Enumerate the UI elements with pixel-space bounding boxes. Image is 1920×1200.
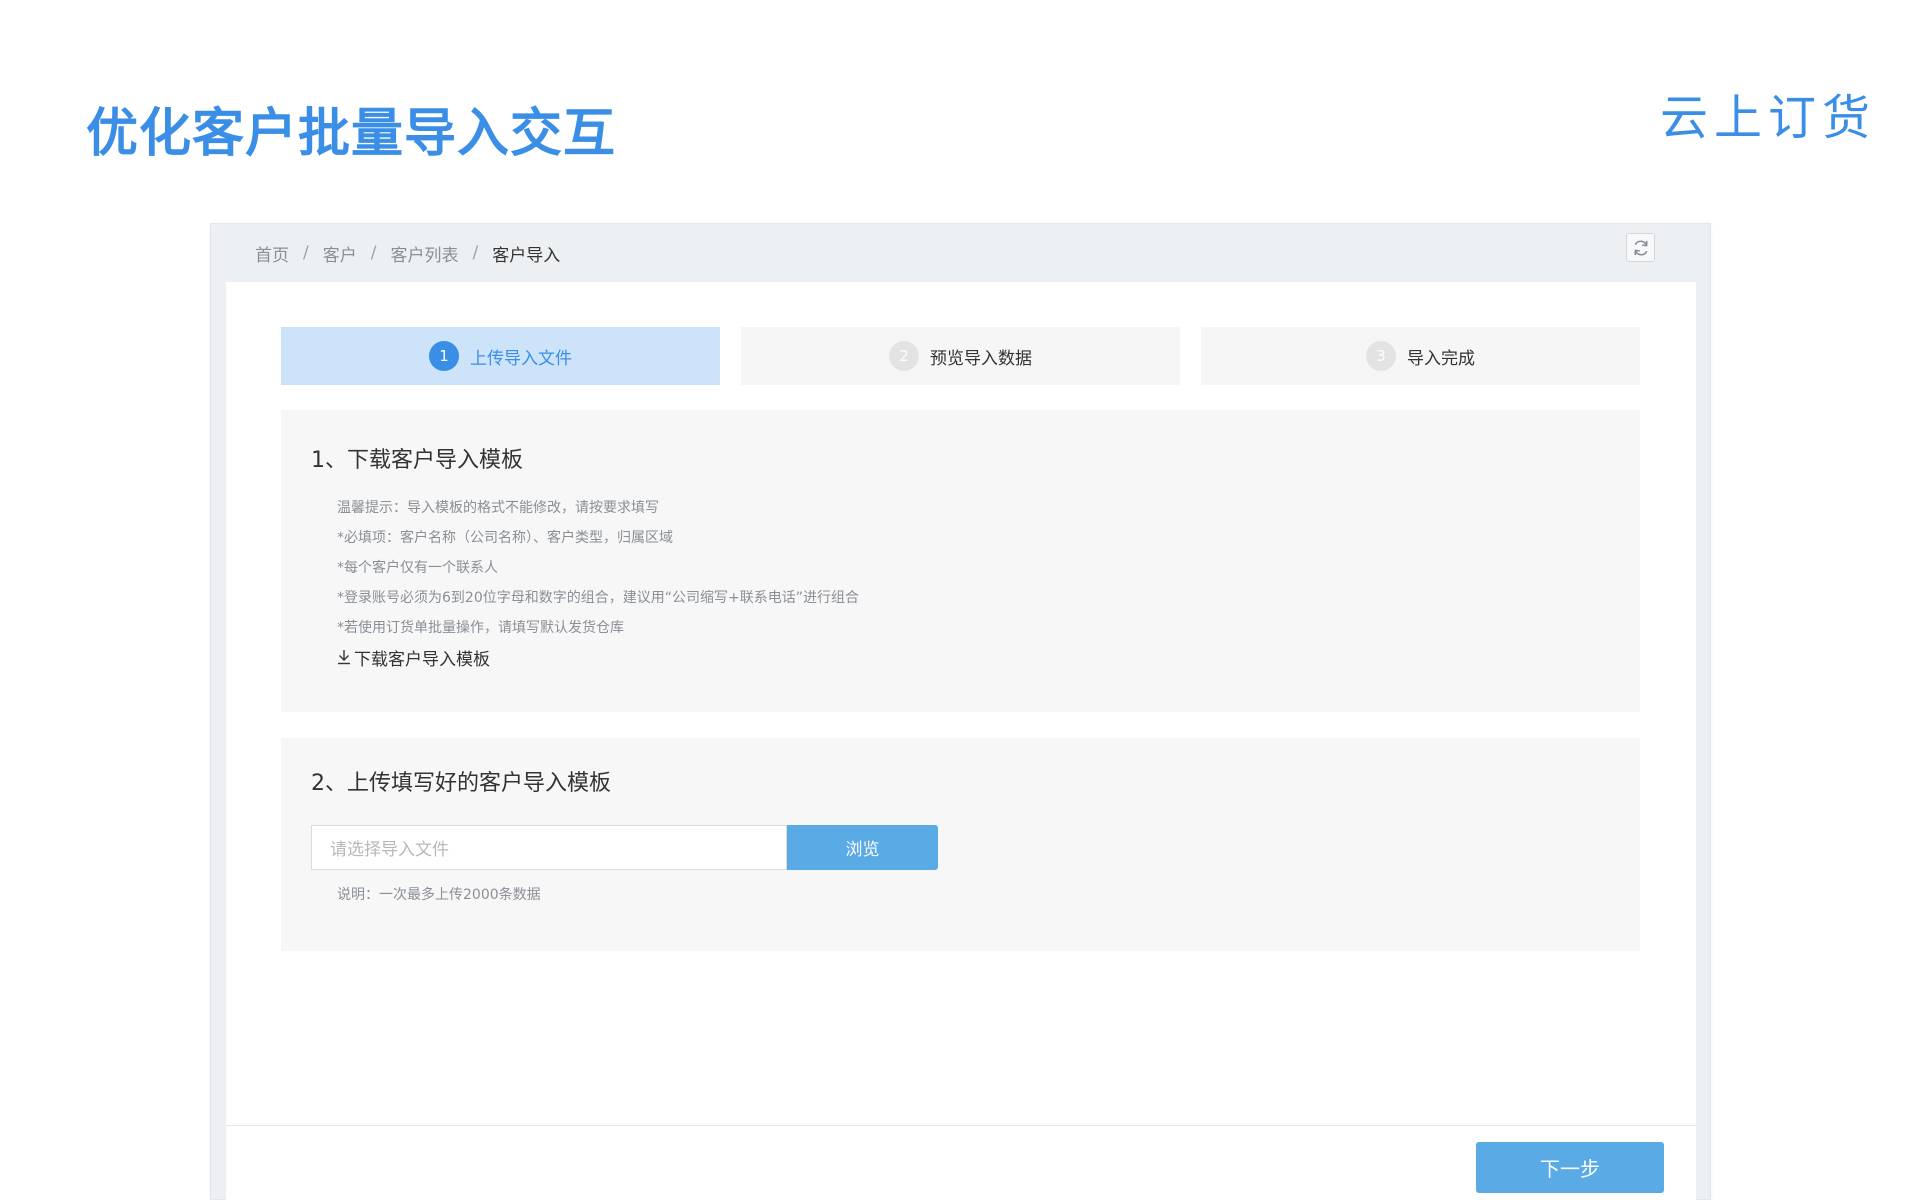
step-import-complete: 3 导入完成 <box>1201 327 1640 385</box>
step-number: 2 <box>889 341 919 371</box>
step-number: 1 <box>429 341 459 371</box>
next-step-button[interactable]: 下一步 <box>1476 1142 1664 1193</box>
download-template-panel: 1、下载客户导入模板 温馨提示：导入模板的格式不能修改，请按要求填写 *必填项：… <box>281 410 1640 712</box>
tip-text: *每个客户仅有一个联系人 <box>337 560 498 576</box>
refresh-button[interactable] <box>1626 233 1655 262</box>
browse-button[interactable]: 浏览 <box>787 825 938 870</box>
main-content: 1 上传导入文件 2 预览导入数据 3 导入完成 1、下载客户导入模板 温馨提示… <box>226 282 1696 1200</box>
tip-text: 温馨提示：导入模板的格式不能修改，请按要求填写 <box>337 500 659 516</box>
step-upload-file: 1 上传导入文件 <box>281 327 720 385</box>
download-label: 下载客户导入模板 <box>354 649 490 670</box>
download-template-link[interactable]: 下载客户导入模板 <box>337 645 490 670</box>
step-label: 上传导入文件 <box>470 348 572 369</box>
breadcrumb: 首页 / 客户 / 客户列表 / 客户导入 <box>255 241 561 266</box>
tip-text: *若使用订货单批量操作，请填写默认发货仓库 <box>337 620 624 636</box>
tips-list: 温馨提示：导入模板的格式不能修改，请按要求填写 *必填项：客户名称（公司名称）、… <box>337 493 859 643</box>
breadcrumb-separator: / <box>303 243 309 263</box>
steps-bar: 1 上传导入文件 2 预览导入数据 3 导入完成 <box>281 327 1640 385</box>
step-label: 导入完成 <box>1407 348 1475 369</box>
step-preview-data: 2 预览导入数据 <box>741 327 1180 385</box>
tip-text: *登录账号必须为6到20位字母和数字的组合，建议用“公司缩写+联系电话”进行组合 <box>337 590 859 606</box>
brand-logo: 云上订货 <box>1660 90 1877 146</box>
breadcrumb-current: 客户导入 <box>492 245 561 266</box>
app-window: 首页 / 客户 / 客户列表 / 客户导入 1 上传导入文件 2 预览导入数据 … <box>210 223 1711 1200</box>
slide-title: 优化客户批量导入交互 <box>86 104 617 164</box>
breadcrumb-separator: / <box>472 243 479 263</box>
footer-divider <box>226 1125 1696 1126</box>
refresh-icon <box>1633 239 1648 256</box>
tip-text: *必填项：客户名称（公司名称）、客户类型，归属区域 <box>337 530 673 546</box>
breadcrumb-item-customer-list[interactable]: 客户列表 <box>390 241 458 266</box>
section-title: 2、上传填写好的客户导入模板 <box>311 771 611 796</box>
breadcrumb-separator: / <box>370 243 377 263</box>
step-number: 3 <box>1366 341 1396 371</box>
breadcrumb-item-home[interactable]: 首页 <box>255 241 289 266</box>
upload-note: 说明：一次最多上传2000条数据 <box>337 887 541 903</box>
breadcrumb-item-customer[interactable]: 客户 <box>323 241 357 266</box>
upload-template-panel: 2、上传填写好的客户导入模板 请选择导入文件 浏览 说明：一次最多上传2000条… <box>281 738 1640 951</box>
download-icon <box>337 649 351 665</box>
file-path-input[interactable]: 请选择导入文件 <box>311 825 787 870</box>
section-title: 1、下载客户导入模板 <box>311 448 523 473</box>
step-label: 预览导入数据 <box>930 348 1032 369</box>
top-bar: 首页 / 客户 / 客户列表 / 客户导入 <box>211 224 1710 282</box>
